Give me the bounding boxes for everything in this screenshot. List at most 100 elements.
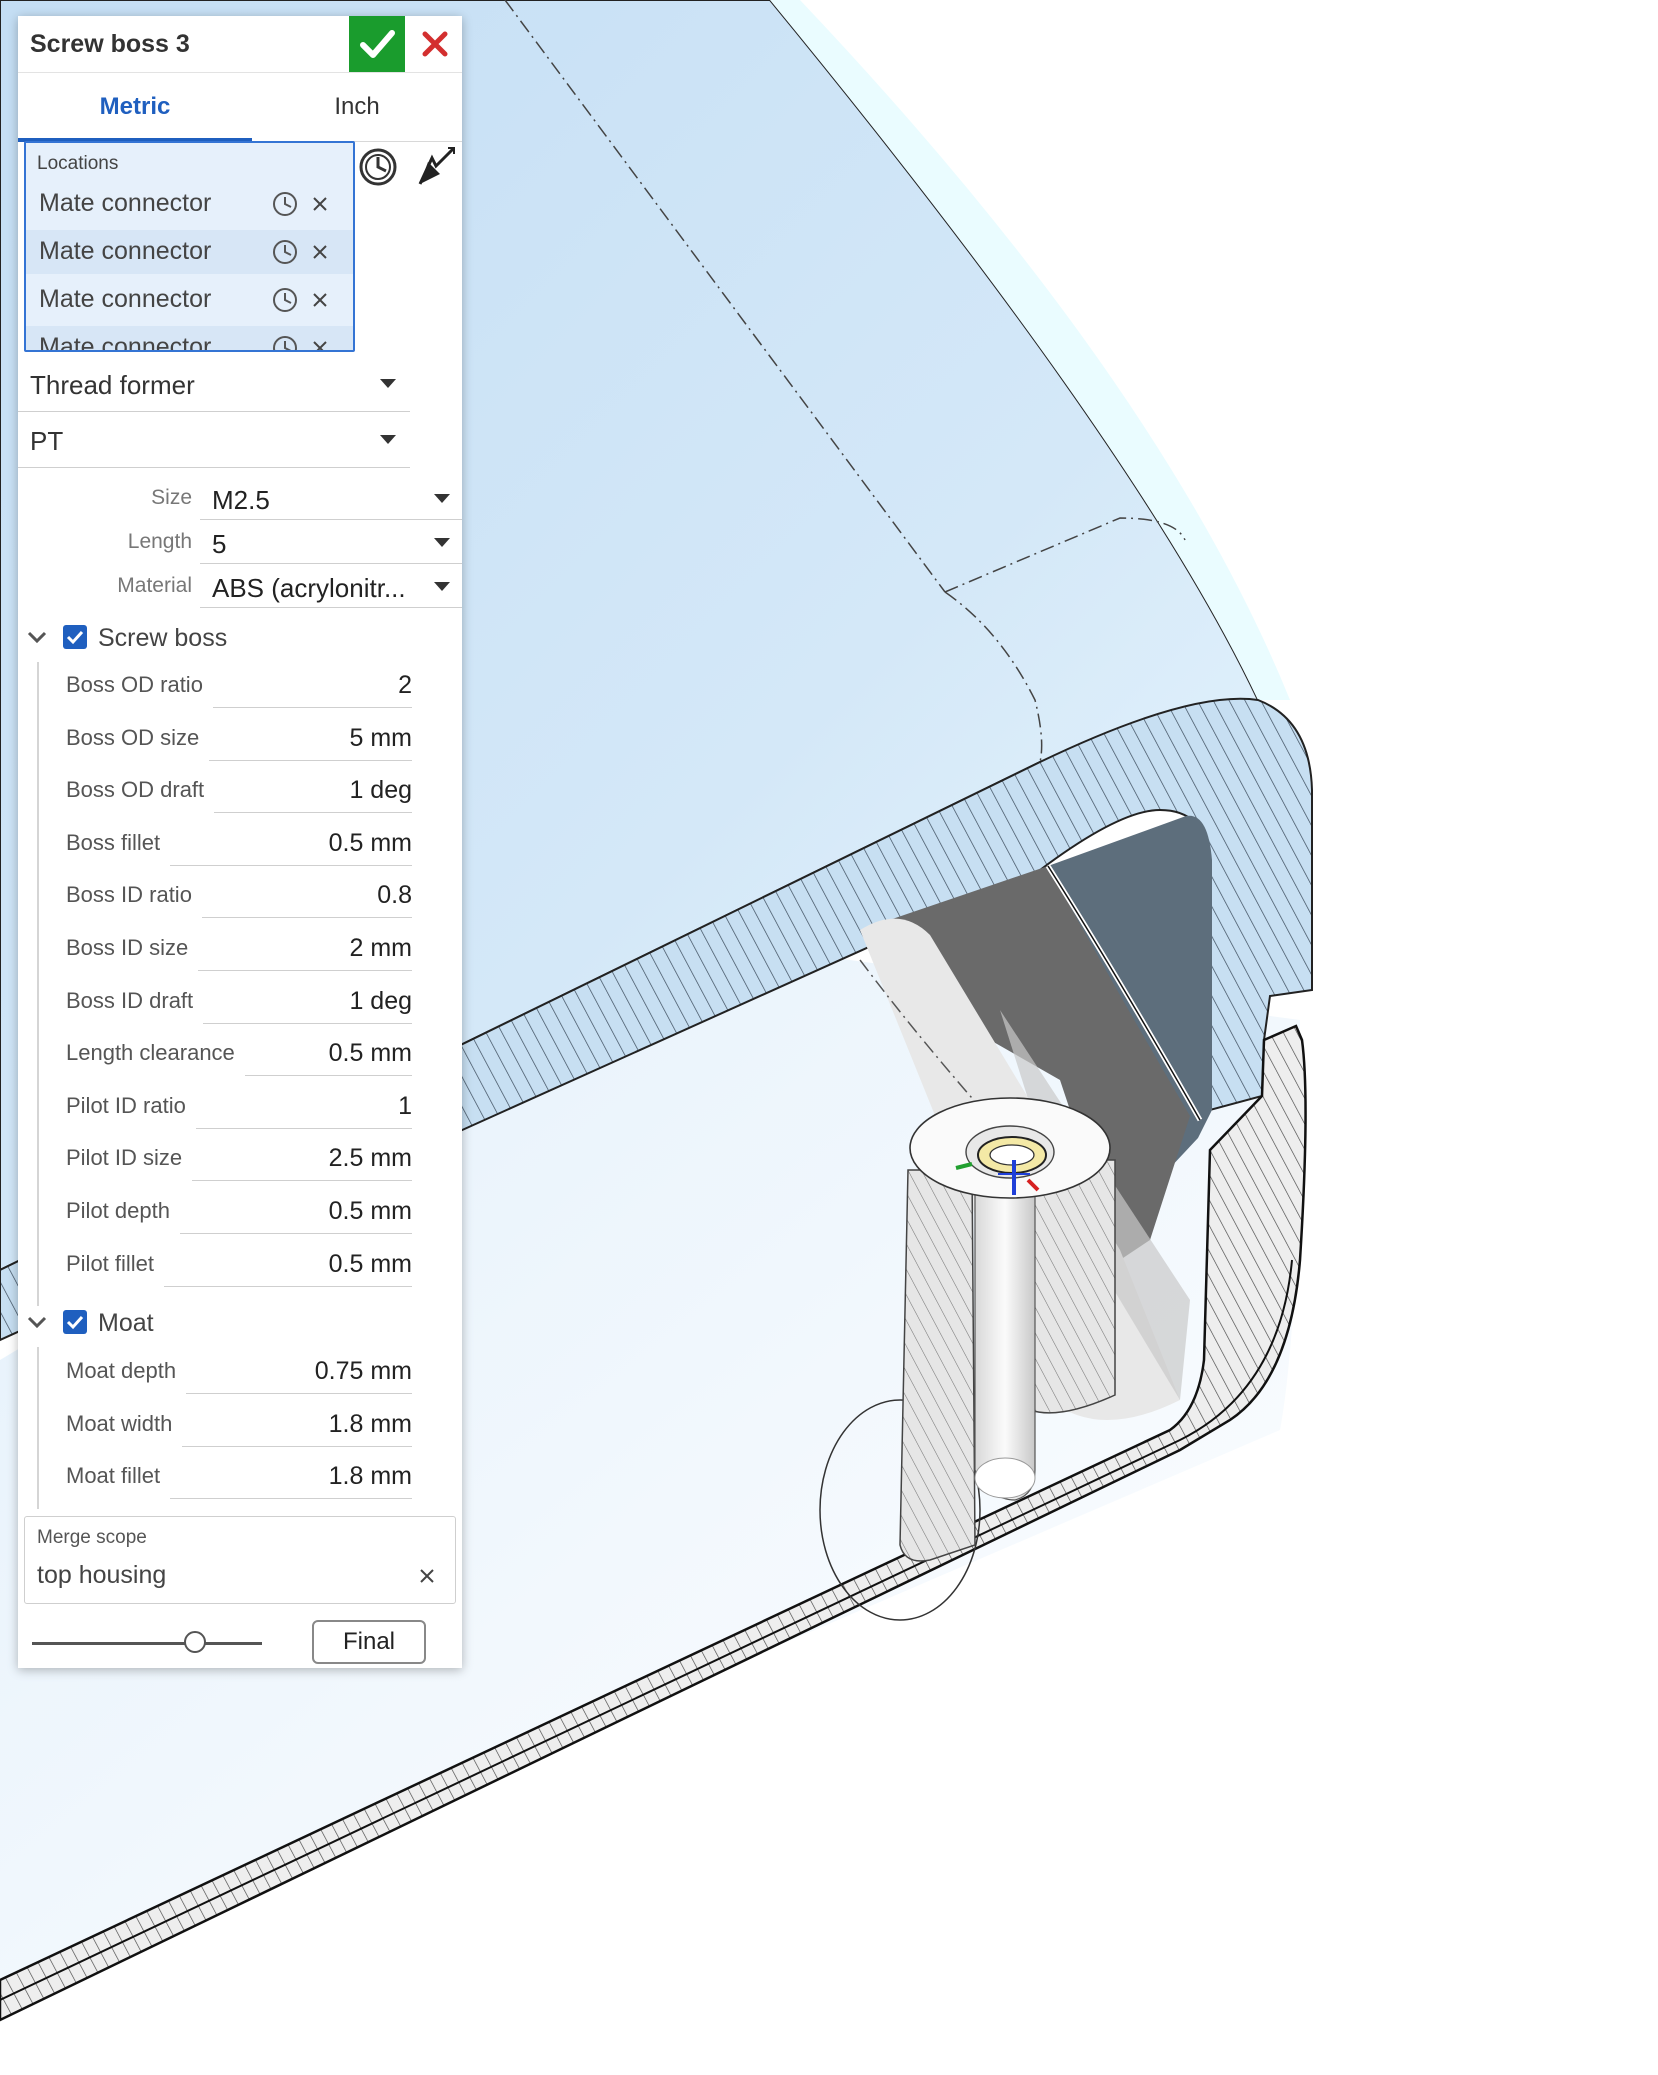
chevron-down-icon bbox=[380, 379, 396, 388]
clock-icon[interactable] bbox=[272, 239, 298, 265]
location-item[interactable]: Mate connector bbox=[26, 230, 353, 274]
tab-inch[interactable]: Inch bbox=[252, 72, 462, 142]
length-dropdown[interactable]: 5 bbox=[200, 520, 462, 564]
size-dropdown[interactable]: M2.5 bbox=[200, 476, 462, 520]
input-underline bbox=[202, 917, 412, 919]
length-label: Length bbox=[127, 530, 192, 553]
remove-icon[interactable] bbox=[310, 242, 330, 262]
screw-boss-label: Screw boss bbox=[98, 624, 228, 652]
parameter-value-input[interactable]: 1 deg bbox=[349, 987, 412, 1016]
cancel-button[interactable] bbox=[413, 22, 457, 66]
moat-section-header[interactable]: Moat bbox=[18, 1299, 462, 1345]
feature-dialog: Screw boss 3 Metric Inch Locations Mate … bbox=[18, 16, 462, 1668]
parameter-value-input[interactable]: 0.5 mm bbox=[329, 1039, 412, 1068]
clock-icon[interactable] bbox=[272, 287, 298, 313]
parameter-label: Boss OD draft bbox=[66, 777, 205, 803]
screw-boss-bore-bottom bbox=[974, 1457, 1036, 1499]
parameter-value-input[interactable]: 0.75 mm bbox=[315, 1357, 412, 1386]
parameter-label: Moat fillet bbox=[66, 1463, 161, 1489]
parameter-value-input[interactable]: 0.8 bbox=[377, 881, 412, 910]
location-item[interactable]: Mate connector bbox=[26, 278, 353, 322]
parameter-value-input[interactable]: 2 mm bbox=[350, 934, 413, 963]
confirm-button[interactable] bbox=[349, 16, 405, 72]
merge-scope-field[interactable]: Merge scope top housing bbox=[24, 1516, 456, 1604]
parameter-value-input[interactable]: 1.8 mm bbox=[329, 1462, 412, 1491]
unit-tabs: Metric Inch bbox=[18, 72, 462, 142]
parameter-label: Boss ID draft bbox=[66, 987, 194, 1013]
parameter-row: Pilot ID ratio 1 bbox=[18, 1081, 462, 1131]
parameter-value-input[interactable]: 1 bbox=[398, 1092, 412, 1121]
parameter-value-input[interactable]: 2 bbox=[398, 671, 412, 700]
clock-icon[interactable] bbox=[272, 191, 298, 217]
thread-type-dropdown[interactable]: Thread former bbox=[18, 357, 410, 412]
clock-icon[interactable] bbox=[272, 335, 298, 352]
screw-boss-section-header[interactable]: Screw boss bbox=[18, 614, 462, 660]
parameter-row: Length clearance 0.5 mm bbox=[18, 1028, 462, 1078]
input-underline bbox=[245, 1075, 412, 1077]
chevron-down-icon[interactable] bbox=[26, 1311, 48, 1333]
remove-icon[interactable] bbox=[310, 290, 330, 310]
parameter-row: Boss OD draft 1 deg bbox=[18, 765, 462, 815]
parameter-label: Moat width bbox=[66, 1410, 173, 1436]
checkmark-icon bbox=[66, 630, 84, 645]
chevron-down-icon bbox=[434, 582, 450, 591]
parameter-label: Length clearance bbox=[66, 1040, 235, 1066]
merge-scope-value: top housing bbox=[37, 1561, 167, 1589]
rollback-slider-handle[interactable] bbox=[184, 1631, 207, 1653]
moat-label: Moat bbox=[98, 1309, 154, 1337]
chevron-down-icon[interactable] bbox=[26, 626, 48, 648]
standard-dropdown[interactable]: PT bbox=[18, 413, 410, 468]
parameter-row: Moat width 1.8 mm bbox=[18, 1399, 462, 1449]
parameter-value-input[interactable]: 0.5 mm bbox=[329, 1250, 412, 1279]
parameter-value-input[interactable]: 5 mm bbox=[350, 724, 413, 753]
parameter-row: Pilot depth 0.5 mm bbox=[18, 1186, 462, 1236]
rollback-slider-track[interactable] bbox=[32, 1642, 262, 1645]
remove-icon[interactable] bbox=[310, 338, 330, 352]
tab-metric[interactable]: Metric bbox=[18, 72, 252, 142]
location-item[interactable]: Mate connector bbox=[26, 326, 353, 352]
parameter-value-input[interactable]: 2.5 mm bbox=[329, 1144, 412, 1173]
material-row: Material ABS (acrylonitr... bbox=[18, 564, 462, 608]
remove-icon[interactable] bbox=[310, 194, 330, 214]
parameter-label: Boss ID ratio bbox=[66, 882, 192, 908]
parameter-label: Pilot fillet bbox=[66, 1250, 155, 1276]
parameter-value-input[interactable]: 1 deg bbox=[349, 776, 412, 805]
location-item[interactable]: Mate connector bbox=[26, 182, 353, 226]
locations-field[interactable]: Locations Mate connector Mate connector … bbox=[24, 141, 355, 352]
parameter-label: Boss OD ratio bbox=[66, 672, 203, 697]
thread-type-value: Thread former bbox=[30, 370, 195, 400]
dialog-header: Screw boss 3 bbox=[18, 16, 462, 73]
parameter-row: Moat fillet 1.8 mm bbox=[18, 1451, 462, 1501]
parameter-row: Boss OD ratio 2 bbox=[18, 660, 462, 710]
parameter-row: Boss OD size 5 mm bbox=[18, 713, 462, 763]
parameter-row: Boss ID size 2 mm bbox=[18, 923, 462, 973]
screw-boss-checkbox[interactable] bbox=[63, 625, 87, 649]
parameter-value-input[interactable]: 1.8 mm bbox=[329, 1410, 412, 1439]
parameter-label: Boss ID size bbox=[66, 935, 189, 960]
input-underline bbox=[196, 1127, 412, 1129]
clock-icon[interactable] bbox=[357, 146, 399, 188]
parameter-value-input[interactable]: 0.5 mm bbox=[329, 1197, 412, 1226]
material-dropdown[interactable]: ABS (acrylonitr... bbox=[200, 564, 462, 608]
parameter-label: Pilot depth bbox=[66, 1198, 170, 1223]
remove-icon[interactable] bbox=[417, 1566, 437, 1586]
parameter-value-input[interactable]: 0.5 mm bbox=[329, 829, 412, 858]
parameter-row: Boss ID draft 1 deg bbox=[18, 976, 462, 1026]
parameter-label: Pilot ID ratio bbox=[66, 1092, 186, 1118]
close-icon bbox=[422, 31, 448, 57]
input-underline bbox=[170, 864, 412, 866]
screw-boss-section bbox=[1029, 1159, 1116, 1414]
chevron-down-icon bbox=[380, 435, 396, 444]
location-item-label: Mate connector bbox=[39, 237, 212, 265]
checkmark-icon bbox=[66, 1315, 84, 1330]
chevron-down-icon bbox=[434, 494, 450, 503]
size-row: Size M2.5 bbox=[18, 476, 462, 520]
material-label: Material bbox=[117, 574, 192, 597]
dialog-title: Screw boss 3 bbox=[30, 30, 190, 58]
input-underline bbox=[213, 707, 412, 708]
input-underline bbox=[203, 1022, 412, 1024]
moat-checkbox[interactable] bbox=[63, 1310, 87, 1334]
screw-boss-bore bbox=[974, 1174, 1036, 1501]
final-button[interactable]: Final bbox=[312, 1620, 426, 1664]
select-arrow-icon[interactable] bbox=[414, 144, 458, 188]
